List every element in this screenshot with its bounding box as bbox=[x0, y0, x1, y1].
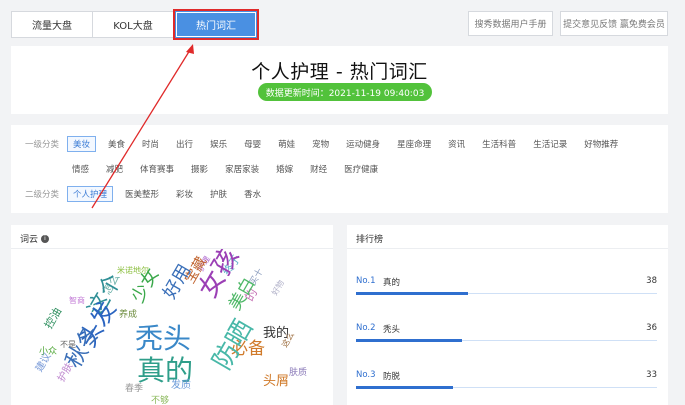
word-cloud-title: 词云 bbox=[20, 235, 39, 245]
level1-row: 一级分类 美妆 美食 时尚 出行 娱乐 母婴 萌娃 宠物 运动健身 星座命理 资讯 生活科普 生活记录好… bbox=[25, 136, 630, 152]
rank-row: No.1 真的 38 bbox=[356, 276, 657, 298]
cloud-word: 发质 bbox=[171, 380, 191, 391]
rank-number: No.2 bbox=[356, 323, 376, 333]
cloud-word: 春季 bbox=[125, 384, 144, 394]
update-time-badge: 数据更新时间：2021-11-19 09:40:03 bbox=[258, 83, 432, 101]
info-icon[interactable]: i bbox=[41, 234, 50, 243]
cloud-word: 智商 bbox=[69, 296, 85, 305]
filter-chip[interactable]: 个人护理 bbox=[67, 186, 114, 202]
ranking-header: 排行榜 bbox=[356, 232, 383, 245]
rank-bar-fill bbox=[356, 292, 468, 295]
tab-traffic[interactable]: 流量大盘 bbox=[11, 11, 93, 38]
filter-chip[interactable]: 母婴 bbox=[239, 136, 266, 152]
rank-count: 36 bbox=[646, 323, 657, 333]
rank-row: No.2 秃头 36 bbox=[356, 323, 657, 345]
filter-chip[interactable]: 资讯 bbox=[443, 136, 470, 152]
filter-chip[interactable]: 财经 bbox=[305, 161, 332, 177]
rank-row: No.3 防脱 33 bbox=[356, 370, 657, 392]
word-cloud-header: 词云 i bbox=[20, 232, 50, 245]
user-manual-button[interactable]: 搜秀数据用户手册 bbox=[468, 11, 553, 36]
filter-chip[interactable]: 美妆 bbox=[67, 136, 97, 152]
rank-number: No.3 bbox=[356, 370, 376, 380]
cloud-word: 肤质 bbox=[289, 368, 308, 378]
filter-chip[interactable]: 出行 bbox=[171, 136, 198, 152]
filter-chip[interactable]: 摄影 bbox=[186, 161, 213, 177]
cloud-word: 不够 bbox=[151, 396, 170, 405]
filter-chip[interactable]: 星座命理 bbox=[392, 136, 436, 152]
filter-chip[interactable]: 好物推荐 bbox=[579, 136, 623, 152]
filter-chip[interactable]: 婚嫁 bbox=[271, 161, 298, 177]
rank-count: 33 bbox=[646, 370, 657, 380]
filter-chip[interactable]: 宠物 bbox=[307, 136, 334, 152]
cloud-word: 头屑 bbox=[263, 374, 290, 389]
level1-row-2: 情感 减肥 体育赛事 摄影 家居家装 婚嫁 财经 医疗健康 bbox=[67, 161, 390, 177]
rank-count: 38 bbox=[646, 276, 657, 286]
filter-chip[interactable]: 医疗健康 bbox=[339, 161, 383, 177]
rank-bar-fill bbox=[356, 339, 463, 342]
feedback-button[interactable]: 提交意见反馈 赢免费会员 bbox=[560, 11, 668, 36]
ranking-panel: 排行榜 No.1 真的 38 No.2 秃头 36 No.3 防脱 33 bbox=[347, 225, 668, 405]
filter-chip[interactable]: 家居家装 bbox=[220, 161, 264, 177]
filter-chip[interactable]: 运动健身 bbox=[341, 136, 385, 152]
filter-chip[interactable]: 彩妆 bbox=[171, 186, 198, 202]
ranking-title: 排行榜 bbox=[356, 235, 384, 245]
word-cloud-panel: 词云 i 米诺地尔 护理 终于 智商 怎么 少女 宝藏 好用 女孩 买十的这个 美白 好物 养成 我的 控油… bbox=[11, 225, 333, 405]
level1-label: 一级分类 bbox=[25, 140, 60, 150]
filter-chip[interactable]: 萌娃 bbox=[273, 136, 300, 152]
filter-chip[interactable]: 护肤 bbox=[205, 186, 232, 202]
cloud-word: 防晒 bbox=[207, 314, 260, 375]
hero-panel: 个人护理 - 热门词汇 数据更新时间：2021-11-19 09:40:03 bbox=[11, 46, 668, 114]
cloud-word: 护肤 bbox=[56, 361, 76, 384]
cloud-word: 养成 bbox=[119, 310, 138, 320]
filter-chip[interactable]: 减肥 bbox=[101, 161, 128, 177]
cloud-word: 好物 bbox=[270, 278, 286, 297]
cloud-word: 秃头 bbox=[135, 322, 192, 355]
filter-chip[interactable]: 时尚 bbox=[137, 136, 164, 152]
cloud-word: 建议 bbox=[34, 351, 54, 374]
cloud-word: 控油 bbox=[42, 305, 65, 331]
level2-row: 二级分类 个人护理 医美整形 彩妆 护肤 香水 bbox=[25, 186, 273, 202]
divider bbox=[347, 248, 668, 249]
rank-word: 防脱 bbox=[383, 372, 401, 382]
category-filters: 一级分类 美妆 美食 时尚 出行 娱乐 母婴 萌娃 宠物 运动健身 星座命理 资讯 生活科普 生活记录好… bbox=[11, 125, 668, 213]
rank-word: 秃头 bbox=[383, 325, 401, 335]
top-bar: 流量大盘 KOL大盘 热门词汇 搜秀数据用户手册 提交意见反馈 赢免费会员 bbox=[0, 0, 685, 46]
filter-chip[interactable]: 生活记录 bbox=[528, 136, 572, 152]
filter-chip[interactable]: 生活科普 bbox=[477, 136, 521, 152]
tab-hot-words[interactable]: 热门词汇 bbox=[173, 9, 259, 40]
filter-chip[interactable]: 医美整形 bbox=[120, 186, 164, 202]
filter-chip[interactable]: 情感 bbox=[67, 161, 94, 177]
filter-chip[interactable]: 美食 bbox=[103, 136, 130, 152]
filter-chip[interactable]: 体育赛事 bbox=[135, 161, 179, 177]
rank-word: 真的 bbox=[383, 278, 401, 288]
word-cloud: 米诺地尔 护理 终于 智商 怎么 少女 宝藏 好用 女孩 买十的这个 美白 好物 养成 我的 控油 头发 秃头不… bbox=[11, 249, 333, 405]
rank-number: No.1 bbox=[356, 276, 376, 286]
filter-chip[interactable]: 娱乐 bbox=[205, 136, 232, 152]
level2-label: 二级分类 bbox=[25, 190, 60, 200]
tab-kol[interactable]: KOL大盘 bbox=[92, 11, 174, 38]
filter-chip[interactable]: 香水 bbox=[239, 186, 266, 202]
page-title: 个人护理 - 热门词汇 bbox=[251, 61, 428, 83]
rank-bar-fill bbox=[356, 386, 454, 389]
